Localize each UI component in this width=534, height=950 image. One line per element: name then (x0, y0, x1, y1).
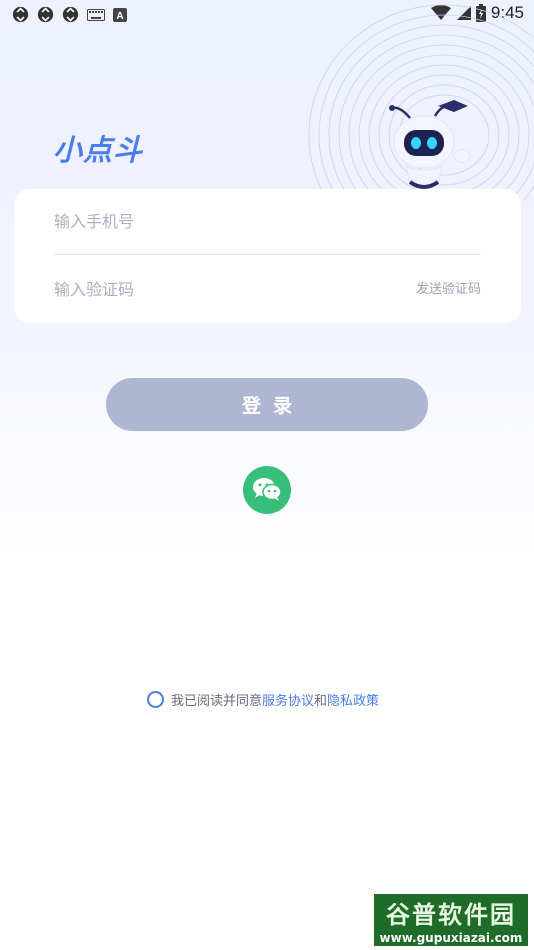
agreement-connector: 和 (314, 694, 328, 709)
wechat-icon (253, 478, 282, 501)
send-code-button[interactable]: 发送验证码 (416, 278, 481, 297)
agreement-prefix: 我已阅读并同意 (171, 694, 263, 709)
wechat-login-button[interactable] (243, 466, 291, 514)
svg-text:A: A (116, 11, 123, 22)
privacy-policy-link[interactable]: 隐私政策 (327, 690, 379, 709)
code-field: 发送验证码 (54, 256, 481, 322)
a-icon: A (113, 7, 127, 22)
keyboard-icon (87, 8, 105, 21)
sync-icon (37, 6, 54, 23)
robot-mascot-icon (389, 100, 471, 189)
status-left: A (12, 6, 127, 23)
watermark-url: www.gupuxiazai.com (379, 931, 523, 945)
watermark-title: 谷普软件园 (386, 901, 516, 929)
brand-logo-text: 小点斗 (53, 133, 144, 167)
sync-icon (62, 6, 79, 23)
phone-field (54, 189, 481, 255)
service-agreement-link[interactable]: 服务协议 (262, 690, 314, 709)
agreement-row: 我已阅读并同意 服务协议 和 隐私政策 (147, 690, 379, 709)
site-watermark: 谷普软件园 www.gupuxiazai.com (372, 892, 530, 948)
login-button[interactable]: 登录 (106, 378, 428, 431)
agreement-checkbox[interactable] (147, 691, 164, 708)
login-form-card: 发送验证码 (14, 189, 521, 323)
sync-icon (12, 6, 29, 23)
phone-input[interactable] (54, 189, 481, 254)
